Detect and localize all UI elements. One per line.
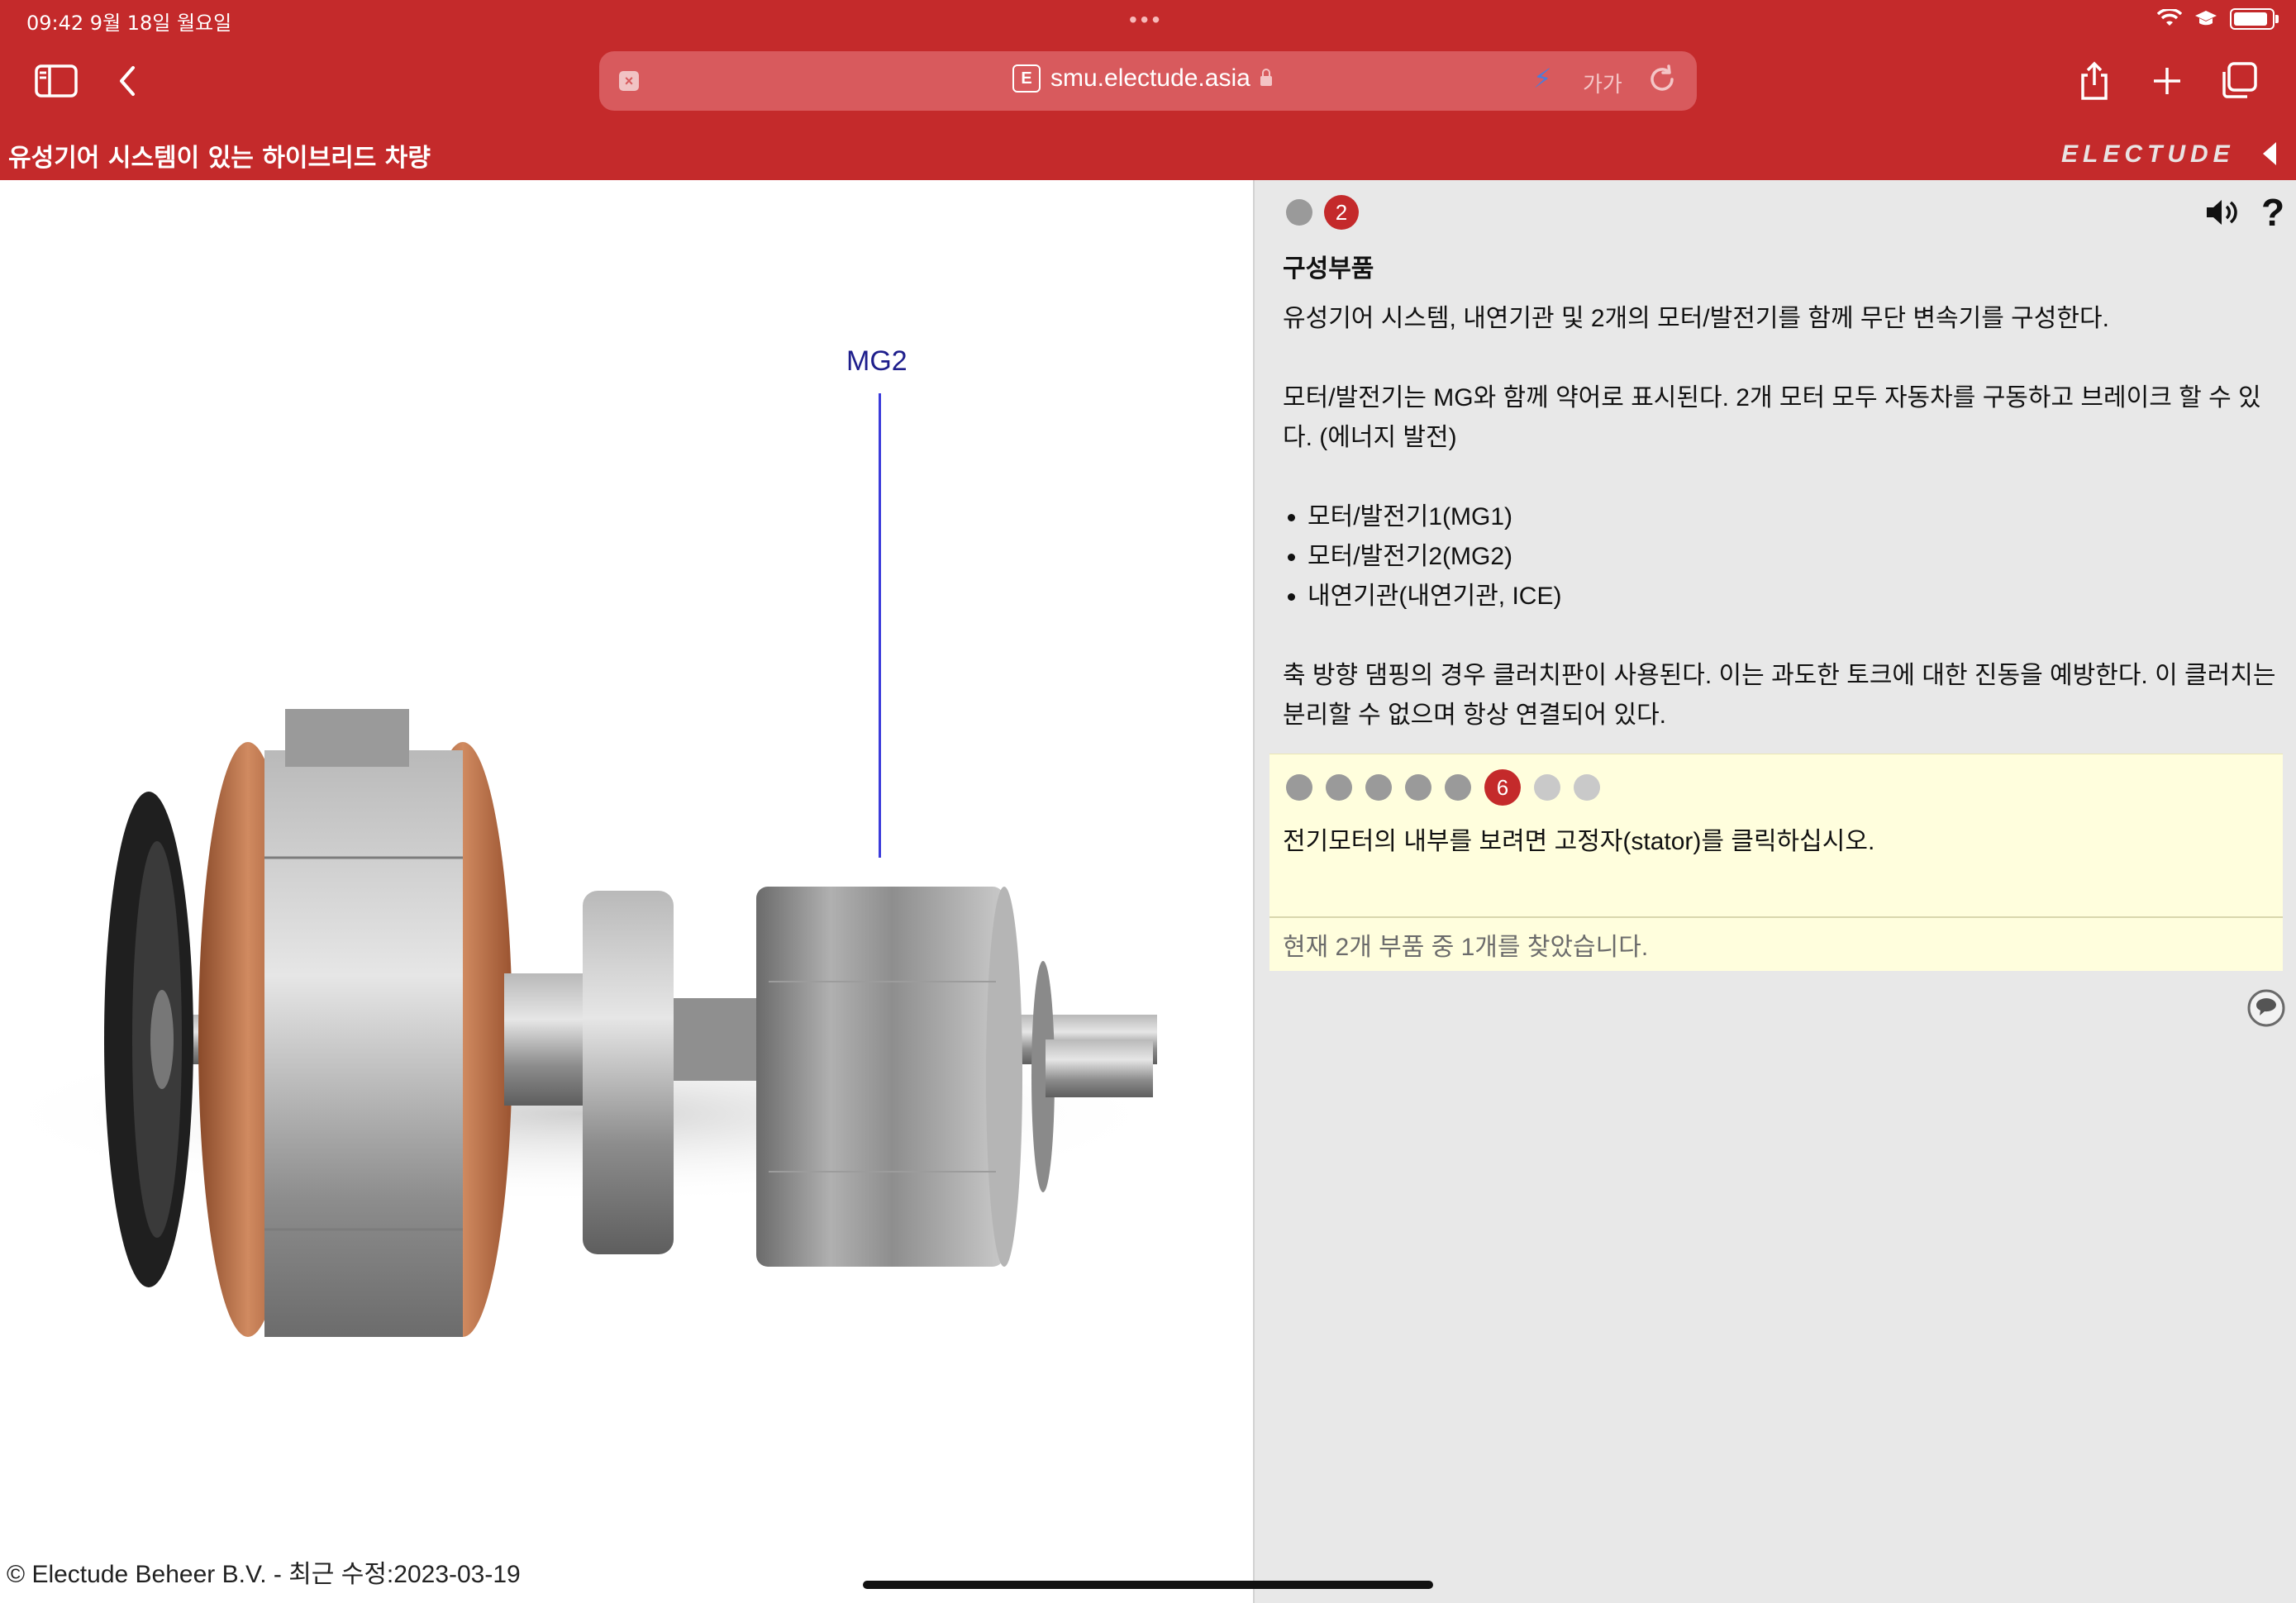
status-time-date: 09:42 9월 18일 월요일: [26, 12, 232, 35]
info-paragraph: 모터/발전기는 MG와 함께 약어로 표시된다. 2개 모터 모두 자동차를 구…: [1283, 384, 2261, 451]
page-title: 유성기어 시스템이 있는 하이브리드 차량: [8, 144, 431, 173]
copyright-text: © Electude Beheer B.V. - 최근 수정:2023-03-1…: [7, 1561, 521, 1588]
browser-chrome: 09:42 9월 18일 월요일 ••• × E smu.electude.as…: [0, 0, 2296, 180]
home-indicator[interactable]: [863, 1581, 1433, 1589]
info-paragraph: 축 방향 댐핑의 경우 클러치판이 사용된다. 이는 과도한 토크에 대한 진동…: [1283, 662, 2276, 729]
mg2-callout-label: MG2: [846, 345, 907, 377]
page-step-nav: 2: [1286, 195, 1359, 230]
reload-icon[interactable]: [1646, 63, 1679, 100]
chat-bubble-icon[interactable]: [2246, 988, 2286, 1032]
info-content: 유성기어 시스템, 내연기관 및 2개의 모터/발전기를 함께 무단 변속기를 …: [1283, 299, 2283, 775]
plus-icon[interactable]: [2144, 58, 2190, 104]
task-step-dot-upcoming[interactable]: [1574, 774, 1600, 801]
task-step-nav: 6: [1286, 769, 1600, 806]
section-heading: 구성부품: [1283, 255, 1374, 283]
site-favicon: E: [1012, 64, 1041, 93]
image-panel: MG2 © Electude Beheer B.V. - 최근 수정:2023-…: [0, 180, 1253, 1603]
tabs-icon[interactable]: [2215, 58, 2261, 104]
task-step-dot[interactable]: [1445, 774, 1471, 801]
address-bar[interactable]: × E smu.electude.asia ⚡ 가가: [599, 51, 1697, 111]
mg2-callout-line: [879, 393, 881, 858]
sidebar-icon[interactable]: [33, 58, 79, 104]
back-chevron-icon[interactable]: [104, 58, 150, 104]
feather-icon[interactable]: ⚡: [1533, 63, 1551, 94]
task-step-dot[interactable]: [1405, 774, 1431, 801]
task-step-dot[interactable]: [1326, 774, 1352, 801]
list-item: 모터/발전기2(MG2): [1308, 537, 2283, 577]
share-icon[interactable]: [2071, 58, 2117, 104]
task-status: 현재 2개 부품 중 1개를 찾았습니다.: [1283, 934, 1649, 961]
help-icon[interactable]: ?: [2261, 190, 2284, 235]
task-divider: [1269, 916, 2283, 918]
task-step-dot[interactable]: [1365, 774, 1392, 801]
wifi-icon: [2157, 9, 2182, 26]
multitask-dots[interactable]: •••: [1129, 7, 1163, 33]
list-item: 모터/발전기1(MG1): [1308, 497, 2283, 537]
task-step-dot[interactable]: [1286, 774, 1312, 801]
brand-logo: ELECTUDE: [2061, 140, 2235, 168]
speaker-icon[interactable]: [2205, 198, 2240, 231]
task-instruction: 전기모터의 내부를 보려면 고정자(stator)를 클릭하십시오.: [1283, 828, 1875, 855]
status-indicators: [2157, 8, 2279, 30]
text-size-button[interactable]: 가가: [1583, 68, 1622, 98]
close-tab-icon[interactable]: ×: [619, 71, 639, 91]
task-step-dot-active[interactable]: 6: [1484, 769, 1521, 806]
lock-icon: [1260, 69, 1272, 86]
info-paragraph: 유성기어 시스템, 내연기관 및 2개의 모터/발전기를 함께 무단 변속기를 …: [1283, 305, 2109, 332]
step-dot-active[interactable]: 2: [1324, 195, 1359, 230]
battery-icon: [2230, 8, 2279, 30]
list-item: 내연기관(내연기관, ICE): [1308, 577, 2283, 616]
step-dot[interactable]: [1286, 199, 1312, 226]
url-text: smu.electude.asia: [1050, 64, 1250, 92]
motor-illustration[interactable]: [0, 180, 1253, 1337]
task-box: 6 전기모터의 내부를 보려면 고정자(stator)를 클릭하십시오. 현재 …: [1269, 754, 2283, 971]
task-step-dot-upcoming[interactable]: [1534, 774, 1560, 801]
component-list: 모터/발전기1(MG1) 모터/발전기2(MG2) 내연기관(내연기관, ICE…: [1283, 497, 2283, 616]
school-cap-icon: [2195, 11, 2217, 26]
info-panel: 2 ? 구성부품 유성기어 시스템, 내연기관 및 2개의 모터/발전기를 함께…: [1253, 180, 2296, 1603]
url-display[interactable]: E smu.electude.asia: [1012, 64, 1272, 93]
collapse-arrow-icon[interactable]: [2263, 142, 2276, 165]
